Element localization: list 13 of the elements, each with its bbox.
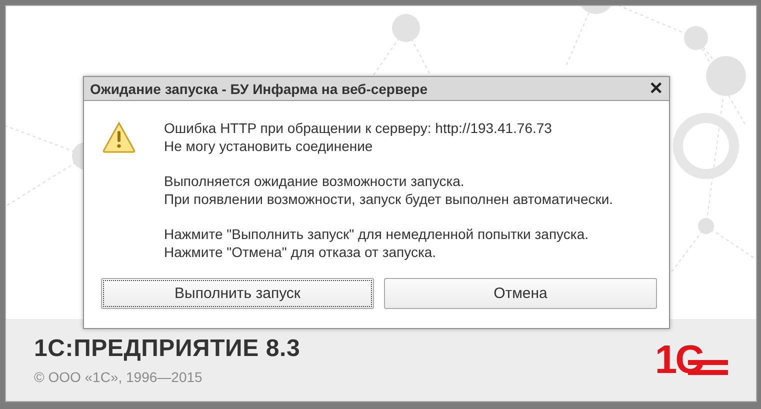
message-line: Ошибка HTTP при обращении к серверу: http://193.41.76.73 — [164, 119, 553, 137]
warning-icon — [102, 121, 136, 153]
message-line: Не могу установить соединение — [164, 137, 374, 155]
message-line: Выполняется ожидание возможности запуска. — [164, 172, 466, 190]
dialog-button[interactable]: Выполнить запуск — [101, 278, 374, 309]
copyright-text: © ООО «1С», 1996—2015 — [34, 369, 204, 385]
product-name: 1С:ПРЕДПРИЯТИЕ 8.3 — [34, 335, 300, 363]
dialog-title: Ожидание запуска - БУ Инфарма на веб-сервере — [90, 80, 428, 96]
message-line: Нажмите "Выполнить запуск" для немедленной попытки запуска. — [164, 225, 590, 243]
dialog-button[interactable]: Отмена — [384, 278, 657, 309]
message-line: Нажмите "Отмена" для отказа от запуска. — [164, 243, 438, 261]
close-button[interactable]: ✕ — [649, 78, 663, 99]
message-line: При появлении возможности, запуск будет выполнен автоматически. — [164, 190, 614, 208]
